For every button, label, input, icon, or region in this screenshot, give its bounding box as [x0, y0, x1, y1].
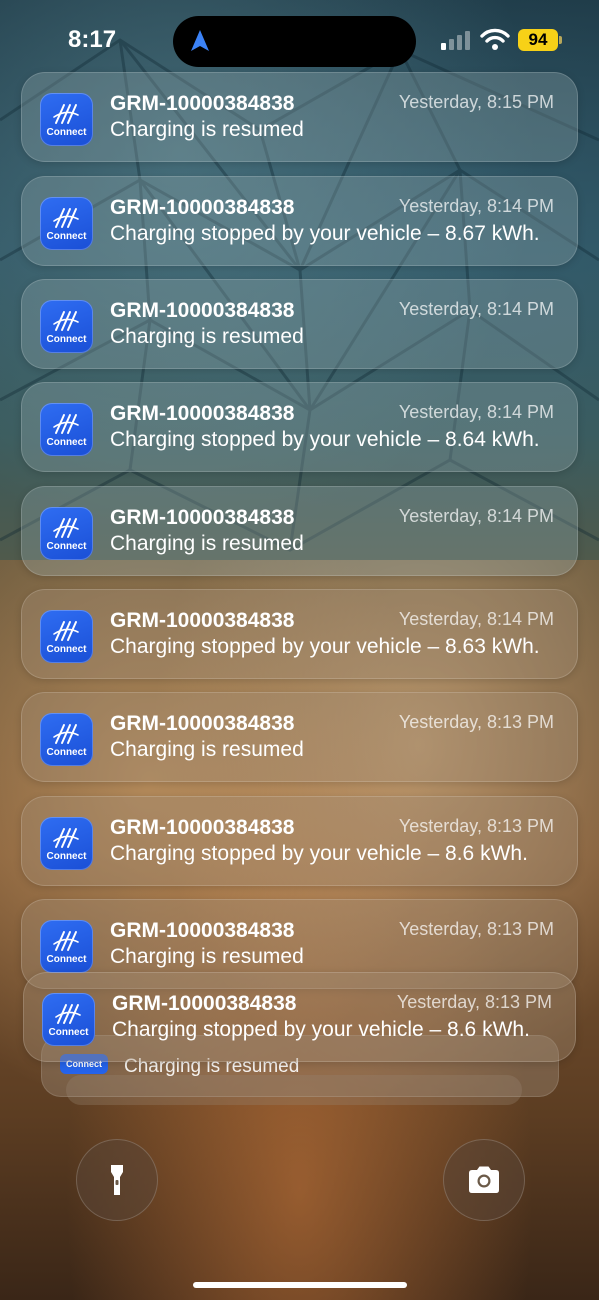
app-icon-label: Connect [46, 851, 87, 862]
signal-waves-icon [53, 104, 79, 124]
signal-waves-icon [53, 621, 79, 641]
app-icon-label: Connect [46, 334, 87, 345]
cellular-signal-icon [441, 31, 470, 50]
camera-button[interactable] [443, 1139, 525, 1221]
notification-title: GRM-10000384838 [110, 196, 295, 219]
notification-card[interactable]: Connect GRM-10000384838 Yesterday, 8:14 PM… [21, 279, 578, 369]
notification-time: Yesterday, 8:13 PM [398, 816, 554, 836]
notification-body: Charging is resumed [110, 738, 304, 761]
notification-card[interactable]: Connect GRM-10000384838 Yesterday, 8:14 PM… [21, 176, 578, 266]
notification-body: Charging stopped by your vehicle – 8.67 … [110, 222, 540, 245]
signal-waves-icon [55, 1004, 81, 1024]
notification-body: Charging is resumed [110, 325, 304, 348]
flashlight-icon [111, 1165, 123, 1195]
dynamic-island[interactable] [173, 16, 416, 67]
notification-body: Charging stopped by your vehicle – 8.6 k… [112, 1018, 530, 1041]
notification-card[interactable]: Connect GRM-10000384838 Yesterday, 8:14 PM… [21, 589, 578, 679]
notification-card[interactable]: Connect GRM-10000384838 Yesterday, 8:13 PM… [21, 692, 578, 782]
battery-indicator: 94 [518, 29, 558, 51]
notification-body: Charging is resumed [110, 118, 304, 141]
app-icon-label: Connect [48, 1027, 89, 1038]
notification-time: Yesterday, 8:14 PM [398, 402, 554, 422]
home-indicator[interactable] [193, 1282, 407, 1288]
notification-time: Yesterday, 8:13 PM [396, 992, 552, 1012]
notification-title: GRM-10000384838 [110, 402, 295, 425]
notification-body: Charging stopped by your vehicle – 8.63 … [110, 635, 540, 658]
app-icon-label: Connect [46, 747, 87, 758]
notification-card[interactable]: Connect GRM-10000384838 Yesterday, 8:15 PM… [21, 72, 578, 162]
location-arrow-icon [191, 30, 209, 51]
notification-time: Yesterday, 8:15 PM [398, 92, 554, 112]
notification-card[interactable]: Connect GRM-10000384838 Yesterday, 8:13 PM… [21, 796, 578, 886]
app-icon: Connect [40, 817, 93, 870]
app-icon-label: Connect [46, 644, 87, 655]
notification-time: Yesterday, 8:14 PM [398, 196, 554, 216]
app-icon-label: Connect [46, 437, 87, 448]
notification-card[interactable]: Connect GRM-10000384838 Yesterday, 8:14 PM… [21, 486, 578, 576]
notification-title: GRM-10000384838 [110, 816, 295, 839]
app-icon: Connect [40, 507, 93, 560]
app-icon-label: Connect [46, 541, 87, 552]
app-icon: Connect [40, 920, 93, 973]
flashlight-button[interactable] [76, 1139, 158, 1221]
app-icon: Connect [40, 300, 93, 353]
signal-waves-icon [53, 931, 79, 951]
notification-time: Yesterday, 8:13 PM [398, 919, 554, 939]
app-icon: Connect [40, 713, 93, 766]
wifi-icon [480, 28, 510, 50]
signal-waves-icon [53, 724, 79, 744]
app-icon: Connect [40, 403, 93, 456]
notification-title: GRM-10000384838 [110, 299, 295, 322]
app-icon: Connect [40, 610, 93, 663]
notification-time: Yesterday, 8:14 PM [398, 299, 554, 319]
notification-time: Yesterday, 8:14 PM [398, 609, 554, 629]
app-icon: Connect [42, 993, 95, 1046]
notification-title: GRM-10000384838 [112, 992, 297, 1015]
app-icon-label: Connect [46, 954, 87, 965]
app-icon: Connect [40, 93, 93, 146]
notification-title: GRM-10000384838 [110, 609, 295, 632]
notification-time: Yesterday, 8:13 PM [398, 712, 554, 732]
signal-waves-icon [53, 414, 79, 434]
notification-body: Charging is resumed [110, 532, 304, 555]
battery-cap [559, 36, 562, 44]
notification-time: Yesterday, 8:14 PM [398, 506, 554, 526]
signal-waves-icon [53, 828, 79, 848]
app-icon-label: Connect [46, 127, 87, 138]
app-icon-label: Connect [46, 231, 87, 242]
notification-card[interactable]: Connect GRM-10000384838 Yesterday, 8:14 PM… [21, 382, 578, 472]
notification-title: GRM-10000384838 [110, 712, 295, 735]
notification-title: GRM-10000384838 [110, 92, 295, 115]
camera-icon [469, 1166, 499, 1193]
notification-body: Charging is resumed [110, 945, 304, 968]
status-time: 8:17 [68, 26, 117, 53]
signal-waves-icon [53, 208, 79, 228]
notification-body: Charging stopped by your vehicle – 8.6 k… [110, 842, 528, 865]
signal-waves-icon [53, 311, 79, 331]
notification-body: Charging stopped by your vehicle – 8.64 … [110, 428, 540, 451]
notification-card[interactable]: Connect GRM-10000384838 Yesterday, 8:13 PM… [23, 972, 576, 1062]
notification-title: GRM-10000384838 [110, 506, 295, 529]
signal-waves-icon [53, 518, 79, 538]
notification-title: GRM-10000384838 [110, 919, 295, 942]
app-icon: Connect [40, 197, 93, 250]
